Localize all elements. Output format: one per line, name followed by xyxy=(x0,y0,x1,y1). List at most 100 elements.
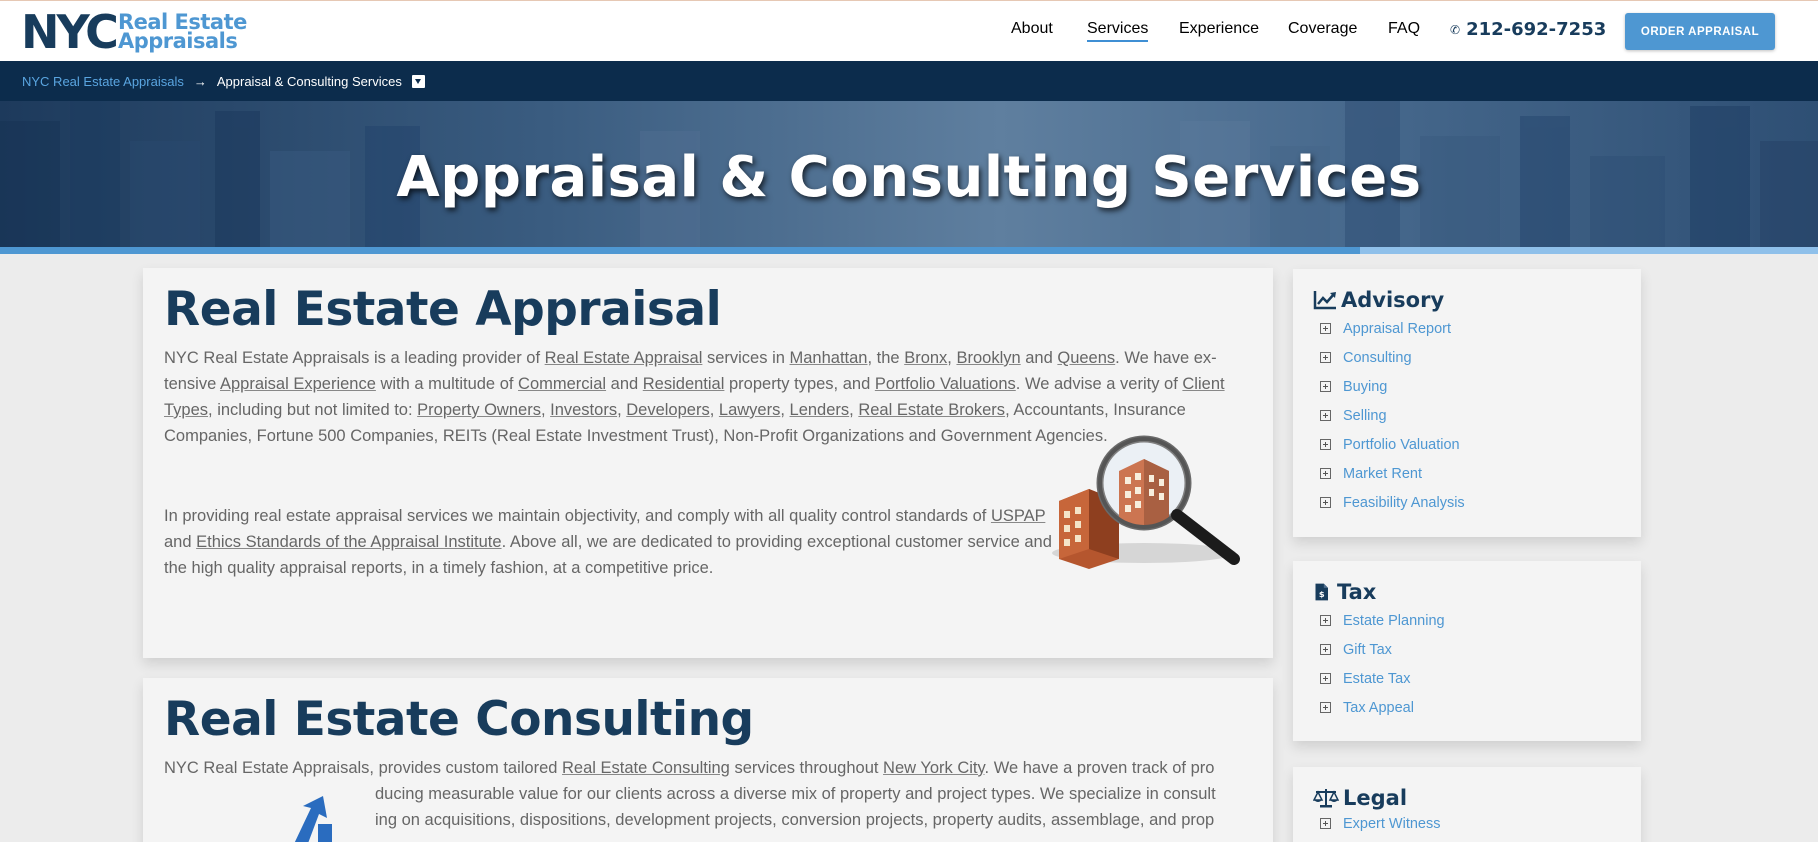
sidebar-item-label: Gift Tax xyxy=(1343,641,1392,658)
inline-link[interactable]: Investors xyxy=(550,401,617,419)
nav-faq[interactable]: FAQ xyxy=(1388,20,1420,38)
sidebar-item-label: Appraisal Report xyxy=(1343,320,1451,337)
sidebar-item-label: Feasibility Analysis xyxy=(1343,494,1465,511)
sidebar-item-label: Expert Witness xyxy=(1343,815,1441,832)
inline-link[interactable]: Manhattan xyxy=(790,349,868,367)
appraisal-paragraph-2: In providing real estate appraisal servi… xyxy=(164,507,1052,577)
legal-title: Legal xyxy=(1313,786,1407,810)
breadcrumb-home[interactable]: NYC Real Estate Appraisals xyxy=(22,74,184,89)
nav-services[interactable]: Services xyxy=(1087,20,1149,42)
breadcrumb-separator: → xyxy=(193,73,207,89)
expand-icon xyxy=(1320,439,1331,450)
sidebar-item-label: Tax Appeal xyxy=(1343,699,1414,716)
breadcrumb-current: Appraisal & Consulting Services xyxy=(216,73,402,89)
inline-link[interactable]: Real Estate Appraisal xyxy=(545,349,703,367)
legal-title-text: Legal xyxy=(1343,786,1408,810)
sidebar-advisory-card: Advisory Appraisal Report Consulting Buy… xyxy=(1293,269,1641,537)
sidebar-item-label: Consulting xyxy=(1343,349,1412,366)
inline-link[interactable]: Residential xyxy=(643,375,725,393)
expand-icon xyxy=(1320,702,1331,713)
phone-link[interactable]: ✆ 212-692-7253 xyxy=(1450,19,1606,40)
consulting-line-2: ducing measurable value for our clients … xyxy=(375,785,1216,803)
consulting-line-3: ing on acquisitions, dispositions, devel… xyxy=(375,811,1215,829)
page-title: Appraisal & Consulting Services xyxy=(396,145,1422,210)
sidebar-item-label: Portfolio Valuation xyxy=(1343,436,1460,453)
consulting-section: Real Estate Consulting NYC Real Estate A… xyxy=(143,678,1273,842)
sidebar-item-portfolio-valuation[interactable]: Portfolio Valuation xyxy=(1320,430,1465,459)
chart-line-icon xyxy=(1313,291,1336,310)
sidebar-item-tax-appeal[interactable]: Tax Appeal xyxy=(1320,693,1445,722)
sidebar-item-estate-tax[interactable]: Estate Tax xyxy=(1320,664,1445,693)
expand-icon xyxy=(1320,468,1331,479)
expand-icon xyxy=(1320,410,1331,421)
sidebar-item-market-rent[interactable]: Market Rent xyxy=(1320,459,1465,488)
sidebar-item-gift-tax[interactable]: Gift Tax xyxy=(1320,635,1445,664)
logo-nyc-text: NYC xyxy=(21,5,119,59)
advisory-title-text: Advisory xyxy=(1341,288,1445,312)
tax-list: Estate Planning Gift Tax Estate Tax Tax … xyxy=(1320,606,1445,722)
expand-icon xyxy=(1320,644,1331,655)
sidebar-item-expert-witness[interactable]: Expert Witness xyxy=(1320,809,1441,838)
magnifier-building-icon xyxy=(1052,435,1240,569)
logo-wordmark: Real Estate Appraisals xyxy=(117,12,247,53)
scales-icon xyxy=(1313,789,1339,808)
inline-link[interactable]: Commercial xyxy=(518,375,606,393)
sidebar-item-feasibility-analysis[interactable]: Feasibility Analysis xyxy=(1320,488,1465,517)
sidebar-item-label: Buying xyxy=(1343,378,1388,395)
sidebar-item-label: Market Rent xyxy=(1343,465,1422,482)
sidebar-item-consulting[interactable]: Consulting xyxy=(1320,343,1465,372)
expand-icon xyxy=(1320,352,1331,363)
inline-link[interactable]: USPAP xyxy=(991,507,1045,525)
inline-link[interactable]: Real Estate Brokers xyxy=(858,401,1005,419)
appraisal-heading: Real Estate Appraisal xyxy=(164,282,722,337)
breadcrumb: NYC Real Estate Appraisals → Appraisal &… xyxy=(0,61,1818,101)
inline-link[interactable]: Appraisal Experience xyxy=(220,375,376,393)
tax-title-text: Tax xyxy=(1337,580,1377,604)
expand-icon xyxy=(1320,497,1331,508)
site-logo[interactable]: NYC Real Estate Appraisals xyxy=(21,5,247,59)
phone-icon: ✆ xyxy=(1450,22,1461,37)
order-appraisal-button[interactable]: ORDER APPRAISAL xyxy=(1625,13,1775,50)
inline-link[interactable]: New York City xyxy=(883,759,984,777)
inline-link[interactable]: Lenders xyxy=(790,401,850,419)
inline-link[interactable]: Queens xyxy=(1057,349,1115,367)
sidebar-item-label: Estate Tax xyxy=(1343,670,1411,687)
inline-link[interactable]: Property Owners xyxy=(417,401,541,419)
phone-number: 212-692-7253 xyxy=(1466,19,1607,40)
sidebar-item-appraisal-report[interactable]: Appraisal Report xyxy=(1320,314,1465,343)
inline-link[interactable]: Developers xyxy=(626,401,709,419)
logo-line-2: Appraisals xyxy=(117,29,238,53)
inline-link[interactable]: Bronx xyxy=(904,349,947,367)
expand-icon xyxy=(1320,818,1331,829)
legal-list: Expert Witness xyxy=(1320,809,1441,838)
inline-link[interactable]: Real Estate Consulting xyxy=(562,759,730,777)
appraisal-section: Real Estate Appraisal NYC Real Estate Ap… xyxy=(143,268,1273,658)
expand-icon xyxy=(1320,673,1331,684)
advisory-title: Advisory xyxy=(1313,288,1444,312)
inline-link[interactable]: Ethics Standards of the Appraisal Instit… xyxy=(196,533,501,551)
consulting-heading: Real Estate Consulting xyxy=(164,692,754,747)
advisory-list: Appraisal Report Consulting Buying Selli… xyxy=(1320,314,1465,517)
expand-icon xyxy=(1320,323,1331,334)
nav-coverage[interactable]: Coverage xyxy=(1288,20,1357,38)
sidebar-item-label: Estate Planning xyxy=(1343,612,1445,629)
hero-accent-stripe-light xyxy=(1360,247,1818,254)
inline-link[interactable]: Portfolio Valuations xyxy=(875,375,1016,393)
sidebar-tax-card: $ Tax Estate Planning Gift Tax Estate Ta… xyxy=(1293,561,1641,741)
expand-icon xyxy=(1320,381,1331,392)
sidebar-item-estate-planning[interactable]: Estate Planning xyxy=(1320,606,1445,635)
expand-icon xyxy=(1320,615,1331,626)
nav-experience[interactable]: Experience xyxy=(1179,20,1259,38)
nav-about[interactable]: About xyxy=(1011,20,1053,38)
sidebar-item-buying[interactable]: Buying xyxy=(1320,372,1465,401)
consulting-line-1: NYC Real Estate Appraisals, provides cus… xyxy=(164,759,1215,777)
growth-arrow-icon xyxy=(294,796,332,842)
tax-document-icon: $ xyxy=(1315,583,1328,601)
inline-link[interactable]: Lawyers xyxy=(719,401,780,419)
inline-link[interactable]: Brooklyn xyxy=(956,349,1020,367)
breadcrumb-dropdown-icon[interactable] xyxy=(411,74,425,88)
top-navigation-bar: NYC Real Estate Appraisals About Service… xyxy=(0,0,1818,61)
sidebar-item-selling[interactable]: Selling xyxy=(1320,401,1465,430)
tax-title: $ Tax xyxy=(1313,580,1376,604)
svg-text:$: $ xyxy=(1319,589,1325,599)
